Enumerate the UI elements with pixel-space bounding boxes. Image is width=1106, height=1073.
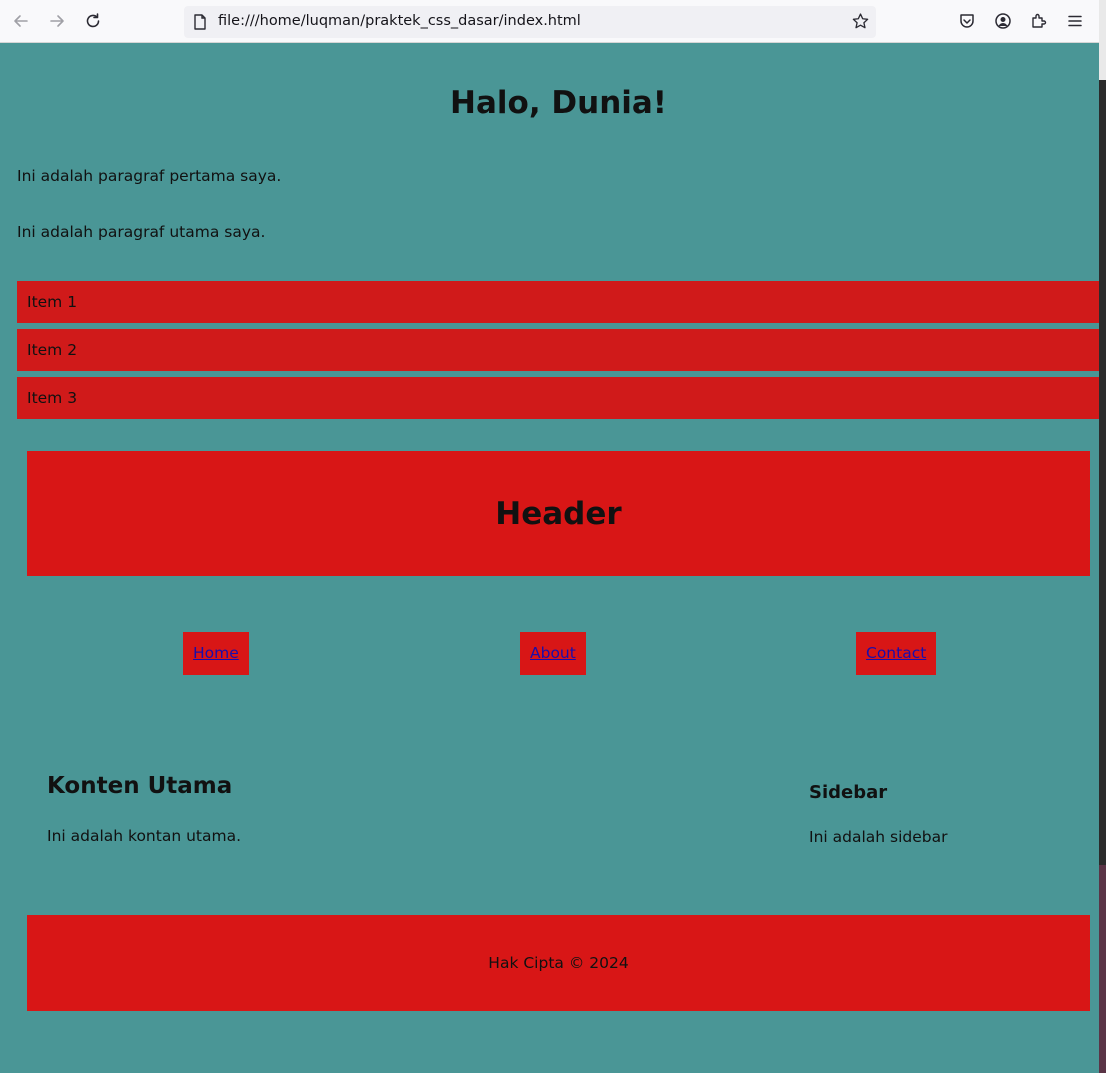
sidebar-text: Ini adalah sidebar <box>809 828 948 846</box>
main-content-title: Konten Utama <box>47 773 233 799</box>
paragraph-main: Ini adalah paragraf utama saya. <box>17 223 266 241</box>
page-heading: Halo, Dunia! <box>450 85 667 121</box>
extensions-button[interactable] <box>1026 8 1052 34</box>
nav-link-contact[interactable]: Contact <box>856 632 937 675</box>
account-button[interactable] <box>990 8 1016 34</box>
desktop-edge-strip <box>1099 0 1106 1073</box>
menu-button[interactable] <box>1062 8 1088 34</box>
browser-window: file:///home/luqman/praktek_css_dasar/in… <box>0 0 1106 1073</box>
nav-link-about[interactable]: About <box>520 632 586 675</box>
address-bar[interactable]: file:///home/luqman/praktek_css_dasar/in… <box>184 6 876 38</box>
page-content: Halo, Dunia! Ini adalah paragraf pertama… <box>0 43 1099 1073</box>
paragraph-first: Ini adalah paragraf pertama saya. <box>17 167 282 185</box>
arrow-left-icon <box>14 15 28 27</box>
nav-link-home[interactable]: Home <box>183 632 249 675</box>
hamburger-menu-icon <box>1068 15 1082 27</box>
forward-button[interactable] <box>44 8 70 34</box>
pocket-icon <box>960 14 974 28</box>
main-content-text: Ini adalah kontan utama. <box>47 827 241 845</box>
account-icon <box>995 13 1011 29</box>
list-item: Item 3 <box>17 377 1099 419</box>
back-button[interactable] <box>8 8 34 34</box>
bookmark-star-icon[interactable] <box>851 12 870 35</box>
reload-button[interactable] <box>80 8 106 34</box>
header-title: Header <box>495 495 622 532</box>
page-icon <box>193 14 207 34</box>
browser-toolbar: file:///home/luqman/praktek_css_dasar/in… <box>0 0 1106 43</box>
list-item: Item 1 <box>17 281 1099 323</box>
url-text: file:///home/luqman/praktek_css_dasar/in… <box>218 13 581 29</box>
footer-section: Hak Cipta © 2024 <box>27 915 1090 1011</box>
pocket-button[interactable] <box>954 8 980 34</box>
header-section: Header <box>27 451 1090 576</box>
sidebar-title: Sidebar <box>809 782 888 803</box>
puzzle-icon <box>1032 13 1047 28</box>
reload-icon <box>86 13 100 28</box>
list-item: Item 2 <box>17 329 1099 371</box>
footer-text: Hak Cipta © 2024 <box>488 954 629 972</box>
arrow-right-icon <box>50 15 64 27</box>
